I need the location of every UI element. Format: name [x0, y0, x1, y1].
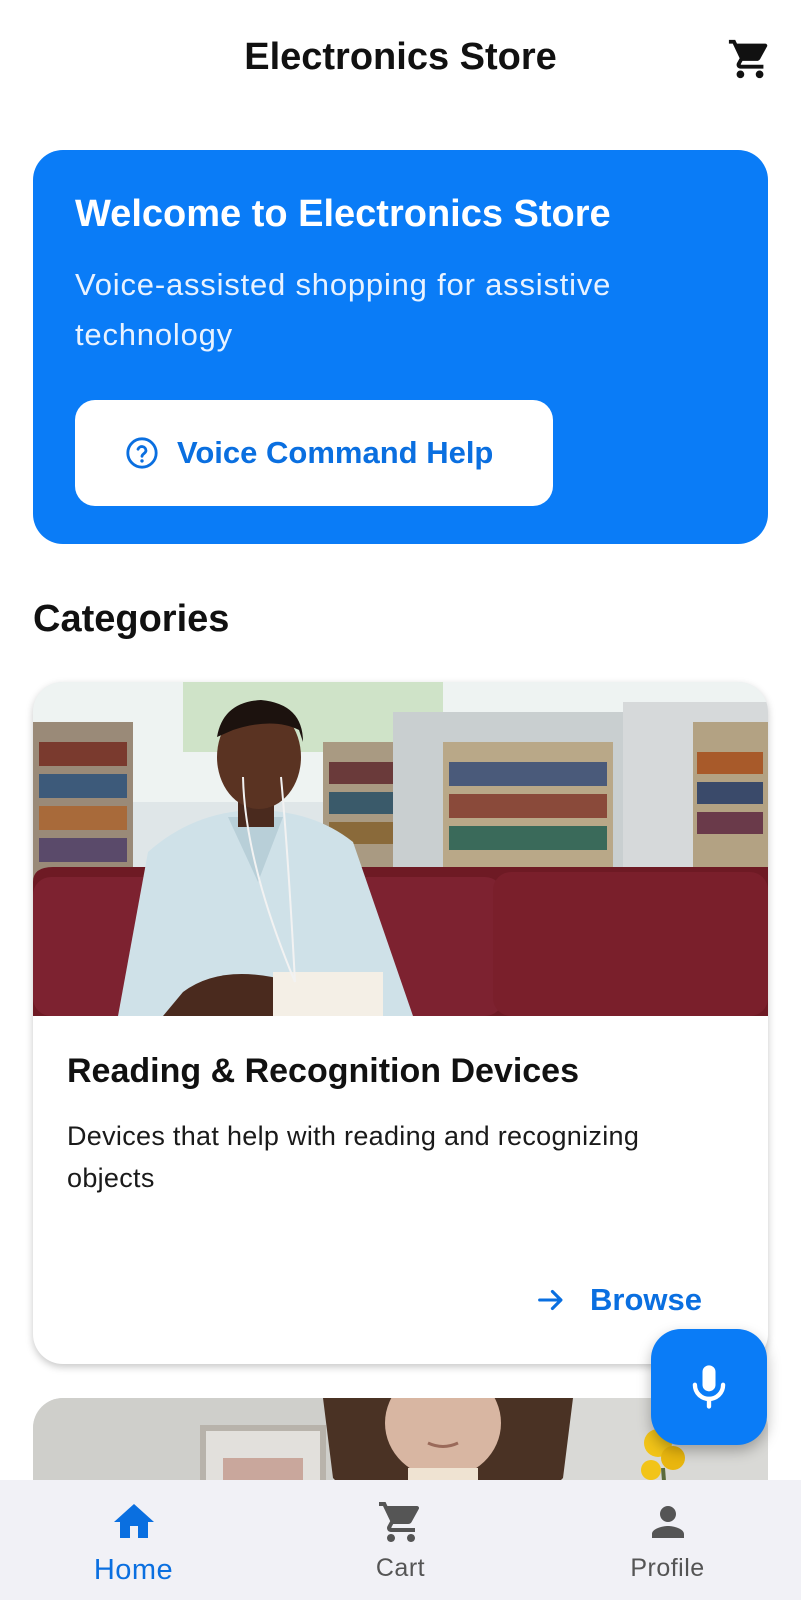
category-description: Devices that help with reading and recog…: [67, 1121, 640, 1193]
nav-item-home[interactable]: Home: [0, 1480, 267, 1600]
man-reading-in-library-photo: [33, 682, 768, 1016]
home-icon: [113, 1504, 154, 1538]
help-circle-icon: [126, 437, 158, 469]
nav-label-profile: Profile: [630, 1554, 705, 1582]
microphone-icon: [692, 1365, 726, 1409]
nav-label-cart: Cart: [375, 1554, 426, 1582]
nav-item-cart[interactable]: Cart: [267, 1480, 534, 1600]
person-icon: [651, 1506, 684, 1538]
voice-command-help-label: Voice Command Help: [177, 435, 494, 470]
nav-item-profile[interactable]: Profile: [534, 1480, 801, 1600]
shopping-cart-icon: [728, 39, 768, 79]
nav-label-home: Home: [93, 1554, 174, 1586]
shopping-cart-icon: [378, 1502, 419, 1542]
categories-heading: Categories: [33, 598, 230, 640]
category-title: Reading & Recognition Devices: [67, 1052, 579, 1090]
voice-command-help-button[interactable]: Voice Command Help: [75, 400, 553, 506]
home-content[interactable]: Welcome to Electronics Store Voice-assis…: [0, 120, 801, 1480]
welcome-subtitle: Voice-assisted shopping for assistive te…: [75, 266, 612, 352]
arrow-right-icon: [538, 1289, 563, 1311]
cart-button[interactable]: [721, 30, 779, 88]
bottom-navigation: Home Cart Profile: [0, 1480, 801, 1600]
welcome-title: Welcome to Electronics Store: [75, 193, 611, 235]
browse-label: Browse: [590, 1282, 702, 1317]
page-title: Electronics Store: [244, 36, 557, 78]
voice-search-button[interactable]: [651, 1329, 767, 1445]
welcome-banner: Welcome to Electronics Store Voice-assis…: [33, 150, 768, 544]
category-card[interactable]: Reading & Recognition Devices Devices th…: [33, 682, 768, 1364]
browse-button[interactable]: Browse: [534, 1282, 702, 1318]
app-bar: Electronics Store: [0, 0, 801, 120]
